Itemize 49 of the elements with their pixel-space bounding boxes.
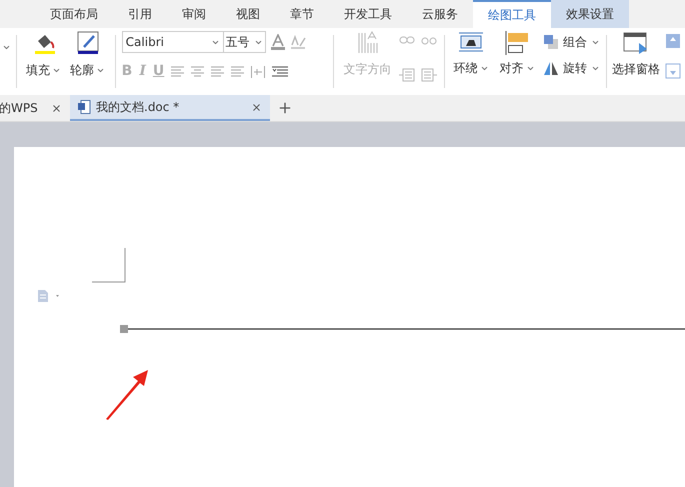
caret-icon xyxy=(2,43,11,52)
document-icon xyxy=(78,100,91,114)
menu-tab[interactable]: 章节 xyxy=(275,0,329,28)
pen-icon xyxy=(76,31,100,55)
font-size-select[interactable]: 五号 xyxy=(222,31,266,53)
rotate-button[interactable]: 旋转 xyxy=(543,59,600,77)
text-box-icon[interactable] xyxy=(398,68,415,82)
line-shape[interactable] xyxy=(120,324,685,334)
new-tab-icon[interactable] xyxy=(277,100,293,116)
wrap-button[interactable]: 环绕 xyxy=(451,31,492,92)
align-left-icon xyxy=(505,31,530,55)
text-box-icon[interactable] xyxy=(420,68,437,82)
align-icon[interactable] xyxy=(231,66,244,78)
group-button[interactable]: 组合 xyxy=(543,33,600,51)
align-icon[interactable] xyxy=(211,66,224,78)
font-select[interactable]: Calibri xyxy=(122,31,224,53)
menu-tab[interactable]: 引用 xyxy=(113,0,167,28)
pane-icon xyxy=(623,31,650,55)
unlink-icon[interactable] xyxy=(420,35,437,47)
menu-tab[interactable]: 开发工具 xyxy=(329,0,407,28)
rotate-icon xyxy=(543,60,560,76)
menu-tab[interactable]: 审阅 xyxy=(167,0,221,28)
selection-pane-button[interactable]: 选择窗格 xyxy=(611,31,662,92)
close-icon[interactable] xyxy=(251,102,262,112)
font-color-icon[interactable] xyxy=(270,34,286,50)
line-spacing-icon[interactable] xyxy=(272,66,288,78)
distribute-icon[interactable] xyxy=(251,66,266,78)
menu-tab[interactable]: 效果设置 xyxy=(551,0,629,28)
highlight-icon[interactable] xyxy=(290,34,306,50)
align-icon[interactable] xyxy=(171,66,184,78)
align-button[interactable]: 对齐 xyxy=(497,31,538,92)
send-backward-icon[interactable] xyxy=(665,63,682,79)
align-icon[interactable] xyxy=(191,66,204,78)
arrow-icon xyxy=(104,369,150,421)
close-icon[interactable] xyxy=(51,102,62,114)
picture-icon xyxy=(458,31,484,53)
text-direction-icon xyxy=(356,31,379,55)
fill-button[interactable]: 填充 xyxy=(24,31,63,92)
menu-tab[interactable]: 云服务 xyxy=(407,0,473,28)
margin-corner-mark xyxy=(92,248,126,283)
document-tab[interactable]: 我的文档.doc * xyxy=(70,95,270,121)
menu-tab[interactable]: 页面布局 xyxy=(35,0,113,28)
document-tab[interactable]: 的WPS xyxy=(0,95,70,121)
menu-tab[interactable]: 绘图工具 xyxy=(473,0,551,28)
link-icon[interactable] xyxy=(398,35,415,45)
outline-button[interactable]: 轮廓 xyxy=(68,31,107,92)
menu-tab[interactable]: 视图 xyxy=(221,0,275,28)
group-icon xyxy=(543,34,560,50)
bring-forward-icon[interactable] xyxy=(665,33,682,49)
